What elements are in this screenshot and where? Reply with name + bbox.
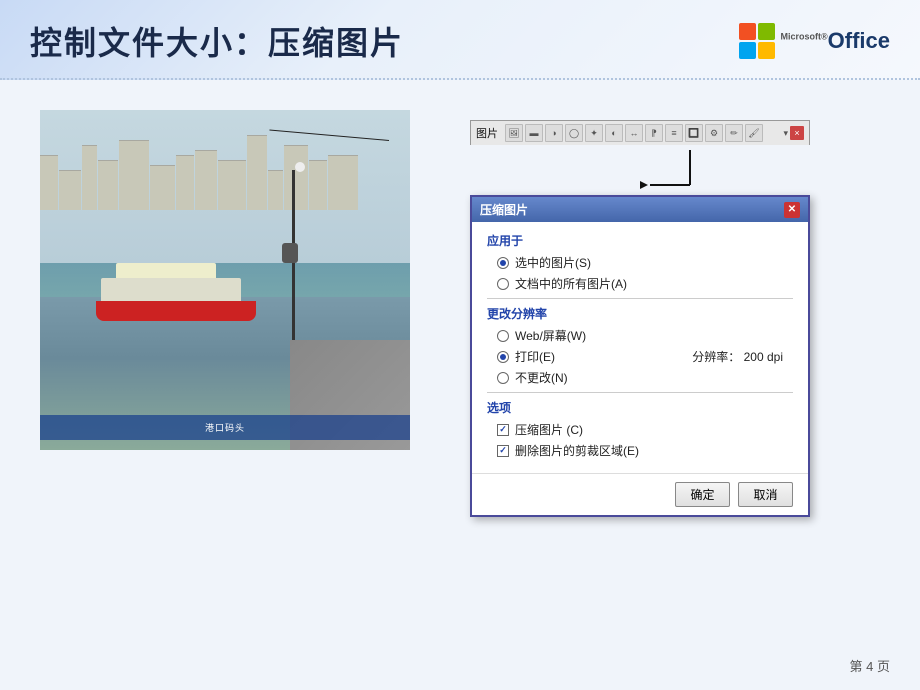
toolbar-icon-12[interactable]: ✏	[725, 124, 743, 142]
office-text: Microsoft®Office	[781, 28, 891, 54]
radio-web-label: Web/屏幕(W)	[515, 327, 586, 344]
toolbar-icons: 🖼 ▬ ◑ ◯ ✦ ◐ ↔ ⁋ ≡ 🔲 ⚙ ✏ 🖌	[505, 124, 780, 142]
dialog-footer: 确定 取消	[472, 473, 808, 515]
toolbar-icon-1[interactable]: 🖼	[505, 124, 523, 142]
climber-head	[295, 162, 305, 172]
photo-inner: 港口码头	[40, 110, 410, 450]
radio-nochange[interactable]	[497, 372, 509, 384]
radio-web-row: Web/屏幕(W)	[487, 327, 793, 344]
buildings	[40, 130, 410, 210]
cancel-button[interactable]: 取消	[738, 482, 793, 507]
logo-sq2	[758, 23, 775, 40]
harbor-photo: 港口码头	[40, 110, 410, 450]
dialog-title-bar: 压缩图片 ✕	[472, 197, 808, 222]
radio-print-row: 打印(E) 分辨率： 200 dpi	[487, 348, 793, 365]
ship	[96, 266, 256, 321]
dialog-title: 压缩图片	[480, 201, 528, 218]
building	[268, 170, 283, 210]
building	[218, 160, 246, 210]
toolbar-icon-2[interactable]: ▬	[525, 124, 543, 142]
toolbar-icon-13[interactable]: 🖌	[745, 124, 763, 142]
radio-nochange-row: 不更改(N)	[487, 369, 793, 386]
radio-print-label: 打印(E)	[515, 348, 555, 365]
chk-delete-row: 删除图片的剪裁区域(E)	[487, 442, 793, 459]
section-divider-1	[487, 298, 793, 299]
building	[82, 145, 97, 210]
banner: 港口码头	[40, 415, 410, 440]
logo-sq1	[739, 23, 756, 40]
options-section-label: 选项	[487, 399, 793, 416]
toolbar-icon-10[interactable]: 🔲	[685, 124, 703, 142]
ship-deck	[101, 278, 241, 303]
building	[119, 140, 149, 210]
chk-compress[interactable]	[497, 424, 509, 436]
toolbar-pin-btn[interactable]: ▾	[783, 128, 788, 139]
toolbar-icon-3[interactable]: ◑	[545, 124, 563, 142]
main-content: 港口码头 图片 🖼 ▬ ◑ ◯ ✦ ◐ ↔ ⁋ ≡ 🔲 ⚙ ✏ 🖌	[0, 80, 920, 547]
dialog-close-button[interactable]: ✕	[784, 202, 800, 218]
ms-label: Microsoft®	[781, 32, 828, 42]
building	[176, 155, 194, 210]
radio-all-row: 文档中的所有图片(A)	[487, 275, 793, 292]
dialog-body: 应用于 选中的图片(S) 文档中的所有图片(A) 更改分辨率 Web/屏幕(W)	[472, 222, 808, 473]
page-number: 第 4 页	[850, 656, 890, 675]
resolution-section-label: 更改分辨率	[487, 305, 793, 322]
climber-figure	[282, 243, 298, 263]
toolbar-icon-5[interactable]: ✦	[585, 124, 603, 142]
image-toolbar: 图片 🖼 ▬ ◑ ◯ ✦ ◐ ↔ ⁋ ≡ 🔲 ⚙ ✏ 🖌 ▾ ×	[470, 120, 810, 145]
chk-delete-label: 删除图片的剪裁区域(E)	[515, 442, 639, 459]
toolbar-icon-11[interactable]: ⚙	[705, 124, 723, 142]
radio-all[interactable]	[497, 278, 509, 290]
toolbar-right: ▾ ×	[783, 126, 804, 140]
page-title: 控制文件大小：压缩图片	[30, 18, 404, 64]
arrow-area	[470, 145, 810, 195]
chk-compress-label: 压缩图片 (C)	[515, 421, 583, 438]
chk-delete[interactable]	[497, 445, 509, 457]
toolbar-icon-7[interactable]: ↔	[625, 124, 643, 142]
radio-nochange-label: 不更改(N)	[515, 369, 568, 386]
banner-text: 港口码头	[205, 421, 245, 434]
arrow-svg	[470, 145, 810, 195]
building	[195, 150, 217, 210]
compress-dialog: 压缩图片 ✕ 应用于 选中的图片(S) 文档中的所有图片(A) 更改分辨率	[470, 195, 810, 517]
ship-hull	[96, 301, 256, 321]
radio-selected-row: 选中的图片(S)	[487, 254, 793, 271]
toolbar-icon-4[interactable]: ◯	[565, 124, 583, 142]
building	[284, 145, 308, 210]
right-panel: 图片 🖼 ▬ ◑ ◯ ✦ ◐ ↔ ⁋ ≡ 🔲 ⚙ ✏ 🖌 ▾ ×	[450, 110, 880, 517]
logo-sq4	[758, 42, 775, 59]
dpi-label: 分辨率： 200 dpi	[692, 348, 783, 365]
building	[98, 160, 118, 210]
toolbar-icon-8[interactable]: ⁋	[645, 124, 663, 142]
toolbar-title: 图片	[476, 125, 498, 141]
toolbar-close-button[interactable]: ×	[790, 126, 804, 140]
logo-sq3	[739, 42, 756, 59]
radio-print[interactable]	[497, 351, 509, 363]
radio-selected-label: 选中的图片(S)	[515, 254, 591, 271]
chk-compress-row: 压缩图片 (C)	[487, 421, 793, 438]
building	[59, 170, 81, 210]
radio-all-label: 文档中的所有图片(A)	[515, 275, 627, 292]
section-divider-2	[487, 392, 793, 393]
radio-selected[interactable]	[497, 257, 509, 269]
building	[328, 155, 358, 210]
building	[150, 165, 175, 210]
apply-section-label: 应用于	[487, 232, 793, 249]
header: 控制文件大小：压缩图片 Microsoft®Office	[0, 0, 920, 80]
building	[247, 135, 267, 210]
building	[40, 155, 58, 210]
radio-web[interactable]	[497, 330, 509, 342]
office-logo: Microsoft®Office	[739, 23, 891, 59]
office-logo-grid	[739, 23, 775, 59]
toolbar-icon-6[interactable]: ◐	[605, 124, 623, 142]
toolbar-icon-9[interactable]: ≡	[665, 124, 683, 142]
ok-button[interactable]: 确定	[675, 482, 730, 507]
building	[309, 160, 327, 210]
